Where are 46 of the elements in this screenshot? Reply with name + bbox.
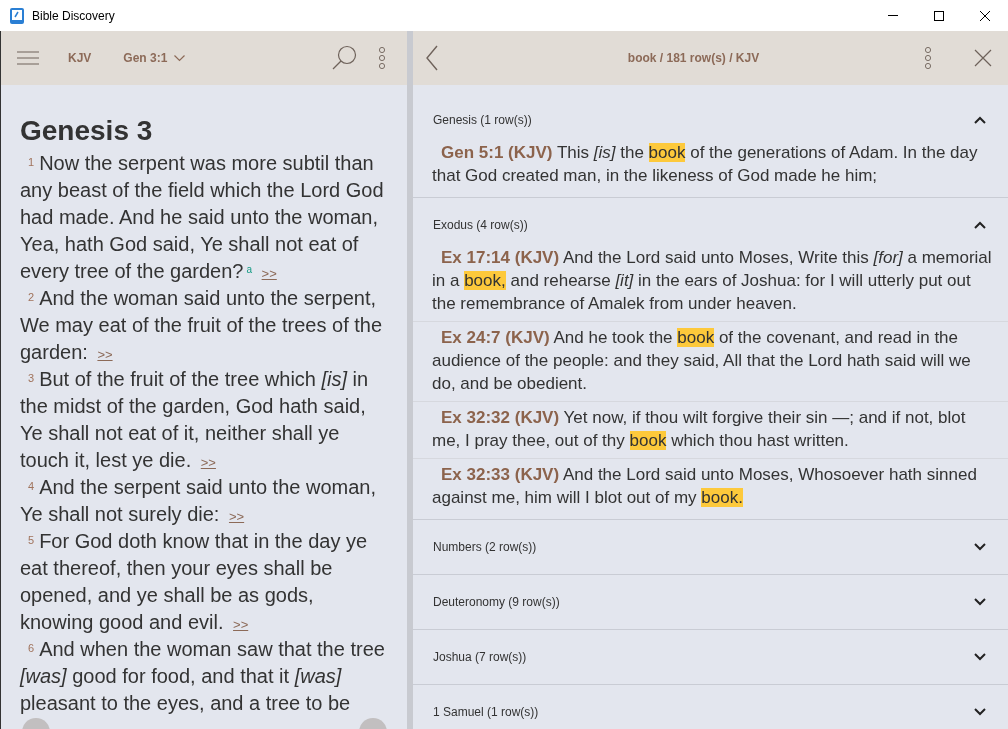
verse-text: $^{2}$ And the woman said unto the serpent, We may eat of the fruit of the trees of the garden: >> (20, 286, 384, 365)
chapter-heading: Genesis 3 (20, 114, 154, 148)
chevron-down-icon (174, 54, 186, 62)
more-options-icon[interactable] (378, 46, 386, 70)
app-icon (9, 7, 25, 24)
search-result[interactable]: Ex 24:7 (KJV) And he took the book of the covenant, and read in the audience of the people: and they said, All that the Lord hath said will we do, and be obedient. (413, 326, 1008, 402)
chevron-down-icon[interactable] (974, 708, 986, 716)
close-icon[interactable] (974, 49, 992, 67)
more-options-icon[interactable] (924, 46, 932, 70)
close-icon (980, 10, 990, 21)
search-icon[interactable] (332, 45, 358, 71)
group-label: Joshua (7 row(s)) (433, 649, 527, 666)
search-result[interactable]: Ex 32:33 (KJV) And the Lord said unto Moses, Whosoever hath sinned against me, him will I blot out of my book. (413, 463, 1008, 515)
cross-reference-link[interactable]: >> (261, 266, 277, 281)
verse-text: $^{4}$ And the serpent said unto the woman, Ye shall not surely die: >> (20, 475, 377, 527)
group-header[interactable]: 1 Samuel (1 row(s)) (413, 685, 1008, 729)
group-header[interactable]: Genesis (1 row(s)) (413, 93, 1008, 147)
group-header[interactable]: Joshua (7 row(s)) (413, 630, 1008, 684)
verse-text: $^{5}$ For God doth know that in the day ye eat thereof, then your eyes shall be opened, and ye shall be as gods, knowing good and evil. >> (20, 529, 369, 635)
chevron-down-icon[interactable] (974, 543, 986, 551)
window-title: Bible Discovery (32, 7, 115, 25)
cross-reference-link[interactable]: >> (200, 455, 216, 470)
cross-reference-link[interactable]: >> (228, 509, 245, 524)
reference-dropdown[interactable]: Gen 3:1 (123, 49, 186, 67)
back-icon[interactable] (425, 45, 439, 71)
search-title: book / 181 row(s) / KJV (626, 50, 761, 67)
cross-reference-link[interactable]: >> (97, 347, 113, 362)
group-label: Deuteronomy (9 row(s)) (433, 594, 560, 611)
verse-text: $^{6}$ And when the woman saw that the tree [was] good for food, and that it [was] pleasant to the eyes, and a tree to be (20, 637, 385, 716)
chevron-down-icon[interactable] (974, 653, 986, 661)
group-label: Exodus (4 row(s)) (433, 217, 528, 234)
chevron-up-icon[interactable] (974, 116, 986, 124)
group-header[interactable]: Deuteronomy (9 row(s)) (413, 575, 1008, 629)
group-label: 1 Samuel (1 row(s)) (433, 704, 539, 721)
minimize-icon (888, 15, 898, 16)
version-button[interactable]: KJV (68, 49, 92, 67)
group-header[interactable]: Numbers (2 row(s)) (413, 520, 1008, 574)
chevron-up-icon[interactable] (974, 221, 986, 229)
group-label: Numbers (2 row(s)) (433, 539, 537, 556)
verse-text: $^{3}$ But of the fruit of the tree which [is] in the midst of the garden, God hath said, Ye shall not eat of it, neither shall ye touch it, lest ye die. >> (20, 367, 370, 473)
verse-text: $^{1}$ Now the serpent was more subtil than any beast of the field which the Lord God had made. And he said unto the woman, Yea, hath God said, Ye shall not eat of every tree of the garden?$^{a}$ >> (20, 151, 385, 284)
cross-reference-link[interactable]: >> (233, 617, 249, 632)
maximize-icon (934, 10, 944, 21)
group-label: Genesis (1 row(s)) (433, 112, 532, 129)
search-result[interactable]: Ex 17:14 (KJV) And the Lord said unto Moses, Write this [for] a memorial in a book, and rehearse [it] in the ears of Joshua: for I will utterly put out the remembrance of Amalek from under heaven. (413, 246, 1008, 322)
chevron-down-icon[interactable] (974, 598, 986, 606)
